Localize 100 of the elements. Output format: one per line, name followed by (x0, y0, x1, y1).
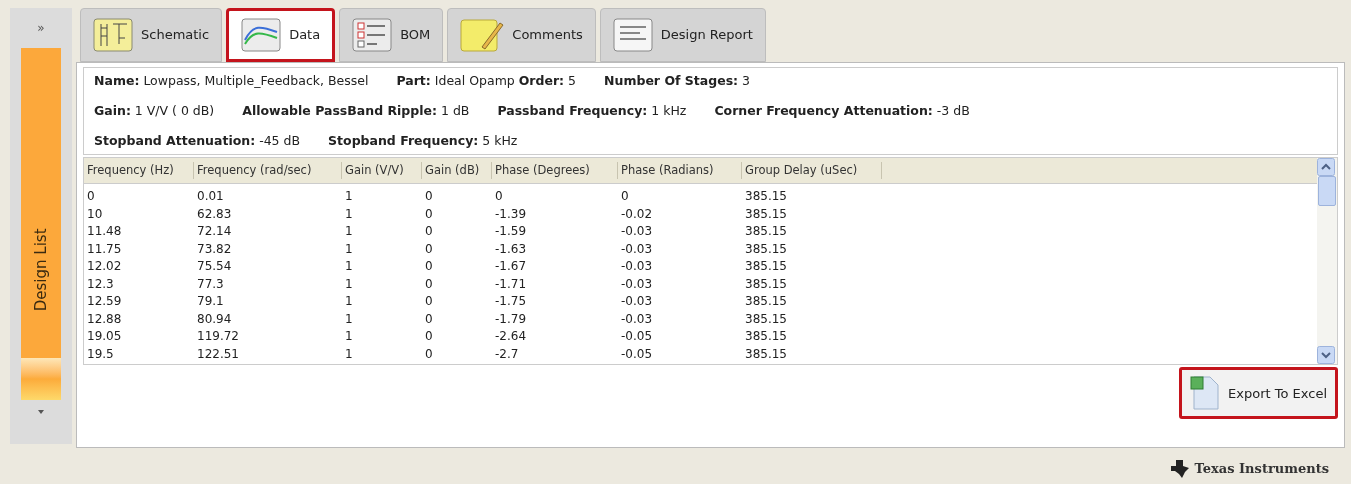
column-header[interactable]: Gain (V/V) (342, 162, 422, 180)
table-cell-text: 385.15 (744, 328, 788, 345)
table-cell-text: -0.03 (620, 223, 654, 240)
column-header[interactable]: Phase (Radians) (618, 162, 742, 180)
scroll-down-icon[interactable] (1317, 346, 1335, 365)
table-cell-text: 0 (424, 240, 434, 258)
column-header[interactable]: Phase (Degrees) (492, 162, 618, 180)
table-cell-text: 0 (620, 188, 630, 205)
table-cell-text: 0.01 (196, 188, 225, 205)
tab[interactable]: BOM (339, 8, 444, 62)
tab[interactable]: Comments (447, 8, 596, 62)
table-cell-text: -0.05 (620, 328, 654, 345)
table-cell-text: 385.15 (744, 205, 788, 223)
column-header[interactable]: Frequency (Hz) (84, 162, 194, 180)
table-cell-text: -1.67 (494, 258, 528, 275)
table-cell-text: 0 (424, 293, 434, 310)
table-cell-text: 79.1 (196, 293, 225, 310)
info-field: Name: Lowpass, Multiple_Feedback, Bessel (94, 72, 369, 91)
scrollbar[interactable] (1317, 158, 1337, 365)
table-cell-text: -0.03 (620, 258, 654, 275)
table-cell-text: 0 (494, 188, 504, 205)
info-field: Stopband Frequency: 5 kHz (328, 131, 518, 151)
table-cell-text: 11.48 (86, 223, 123, 240)
table-cell-text: 62.83 (196, 205, 233, 223)
column-header[interactable]: Group Delay (uSec) (742, 162, 882, 180)
table-cell-text: -2.7 (494, 345, 520, 363)
checklist-icon (352, 18, 393, 52)
table-cell-text: -0.03 (620, 310, 654, 328)
table-cell-text: -1.71 (494, 275, 528, 293)
schematic-icon (93, 18, 133, 52)
caret-down-icon[interactable] (38, 410, 44, 414)
table-cell-text: 0 (424, 310, 434, 328)
table-cell-text: 119.72 (196, 328, 240, 345)
table-cell-text: 10 (86, 205, 104, 223)
state-outline-logo-icon (1168, 459, 1191, 479)
table-cell-text: 385.15 (744, 223, 788, 240)
table-cell-text: 72.14 (196, 223, 233, 240)
tab[interactable]: Schematic (80, 8, 223, 62)
table-cell-text: 19.05 (86, 328, 123, 345)
table-cell-text: -1.79 (494, 310, 528, 328)
grip-handle[interactable] (21, 358, 61, 400)
table-cell-text: 385.15 (744, 240, 788, 258)
table-cell-text: -1.59 (494, 223, 528, 240)
table-cell-text: 12.59 (86, 293, 123, 310)
table-cell-text: 385.15 (744, 293, 788, 310)
table-cell-text: 1 (344, 293, 354, 310)
scroll-up-icon[interactable] (1317, 158, 1335, 177)
table-cell-text: 11.75 (86, 240, 123, 258)
table-cell-text: 1 (344, 275, 354, 293)
table-cell-text: 1 (344, 188, 354, 205)
table-cell-text: 0 (424, 258, 434, 275)
spreadsheet-icon (1190, 375, 1221, 412)
table-cell-text: 0 (424, 328, 434, 345)
table-cell-text: 12.88 (86, 310, 123, 328)
info-field: Gain: 1 V/V ( 0 dB) (94, 101, 215, 121)
info-field: Passband Frequency: 1 kHz (497, 101, 687, 121)
table-cell-text: 1 (344, 345, 354, 363)
table-cell-text: 122.51 (196, 345, 240, 363)
note-pencil-icon (460, 17, 505, 53)
table-cell-text: 19.5 (86, 345, 115, 363)
table-cell-text: -0.02 (620, 205, 654, 223)
table-cell-text: 12.3 (86, 275, 115, 293)
table-cell-text: -1.75 (494, 293, 528, 310)
column-header[interactable]: Gain (dB) (422, 162, 492, 180)
column-header[interactable]: Frequency (rad/sec) (194, 162, 342, 180)
table-cell-text: 0 (424, 188, 434, 205)
table-cell-text: 0 (86, 188, 96, 205)
table-cell-text: 385.15 (744, 188, 788, 205)
design-list-tab[interactable]: Design List (21, 48, 61, 358)
tab[interactable]: Design Report (599, 8, 766, 62)
table-cell-text: 77.3 (196, 275, 225, 293)
table-cell-text: 385.15 (744, 345, 788, 363)
table-cell-text: 1 (344, 328, 354, 345)
brand-name: Texas Instruments (1194, 460, 1329, 479)
info-field: Corner Frequency Attenuation: -3 dB (714, 101, 970, 121)
tab[interactable]: Data (226, 8, 336, 62)
table-cell-text: 75.54 (196, 258, 233, 275)
table-cell-text: 385.15 (744, 275, 788, 293)
table-cell-text: -0.05 (620, 345, 654, 363)
table-cell-text: 1 (344, 223, 354, 240)
scroll-thumb[interactable] (1318, 176, 1336, 207)
table-cell-text: -2.64 (494, 328, 528, 345)
table-cell-text: -1.63 (494, 240, 528, 258)
table-cell-text: 0 (424, 205, 434, 223)
table-cell-text: -0.03 (620, 240, 654, 258)
expand-button[interactable]: » (10, 8, 72, 48)
table-cell-text: 1 (344, 258, 354, 275)
table-cell-text: -0.03 (620, 275, 654, 293)
info-field: Allowable PassBand Ripple: 1 dB (242, 101, 470, 121)
info-field: Stopband Attenuation: -45 dB (94, 131, 301, 151)
table-cell-text: 0 (424, 223, 434, 240)
table-cell-text: 80.94 (196, 310, 233, 328)
table-cell-text: 385.15 (744, 310, 788, 328)
table-cell-text: 0 (424, 275, 434, 293)
table-cell-text: 1 (344, 240, 354, 258)
table-cell-text: 12.02 (86, 258, 123, 275)
table-cell-text: 1 (344, 310, 354, 328)
table-cell-text: -0.03 (620, 293, 654, 310)
export-button[interactable]: Export To Excel (1179, 367, 1338, 420)
chart-icon (241, 18, 282, 52)
